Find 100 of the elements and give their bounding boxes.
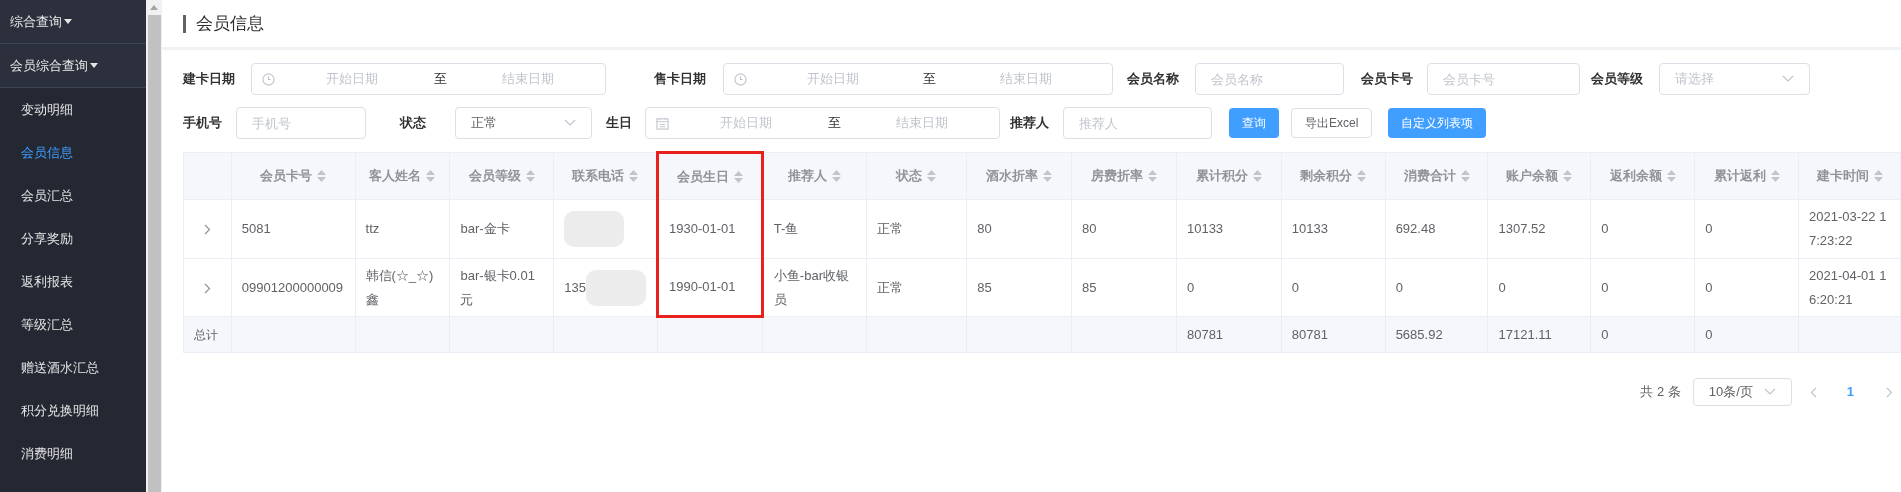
sidebar-group[interactable]: 会员综合查询 [0, 44, 146, 88]
table-cell: 5081 [241, 221, 271, 236]
sort-icon [832, 170, 842, 182]
sidebar-item[interactable]: 分享奖励 [0, 217, 146, 260]
next-page-icon[interactable] [1886, 386, 1893, 398]
text-field[interactable]: 推荐人 [1063, 107, 1212, 139]
table-cell: 1930-01-01 [669, 221, 736, 236]
sidebar-item[interactable]: 等级汇总 [0, 303, 146, 346]
sort-icon [525, 170, 535, 182]
action-button[interactable]: 自定义列表项 [1388, 108, 1487, 138]
chevron-down-icon [564, 119, 576, 127]
scrollbar-thumb[interactable] [147, 15, 161, 492]
clock-icon [734, 72, 747, 86]
column-header[interactable]: 酒水折率 [966, 152, 1072, 200]
table-cell: 0 [1705, 279, 1713, 295]
table-cell: 692.48 [1395, 221, 1436, 236]
end-date-placeholder: 结束日期 [500, 70, 555, 89]
table-cell: 0 [1601, 279, 1609, 295]
sidebar-item[interactable]: 会员汇总 [0, 174, 146, 217]
filter-label: 会员名称 [1127, 70, 1180, 89]
sort-icon [1770, 170, 1780, 182]
sort-icon [1148, 170, 1157, 182]
text-field[interactable]: 会员卡号 [1427, 63, 1580, 95]
sidebar-group[interactable]: 综合查询 [0, 0, 146, 44]
table-cell: 0 [1395, 279, 1403, 295]
column-header[interactable]: 联系电话 [553, 152, 658, 200]
select-placeholder: 请选择 [1675, 70, 1714, 89]
sort-icon [1252, 170, 1262, 182]
sort-icon [1563, 170, 1573, 182]
table-cell: 85 [1082, 279, 1097, 295]
table-cell: 85 [977, 279, 992, 295]
date-range-field[interactable]: 开始日期 至 结束日期 [645, 107, 1000, 139]
sort-icon [426, 170, 436, 182]
column-header[interactable]: 建卡时间 [1798, 152, 1901, 200]
sidebar-group-label: 会员综合查询 [10, 56, 88, 75]
filter-label: 推荐人 [1010, 114, 1050, 133]
expand-chevron-icon[interactable] [203, 224, 211, 236]
column-header[interactable]: 推荐人 [762, 152, 867, 200]
caret-icon [64, 19, 72, 24]
table-cell: 2021-04-01 16:20:21 [1809, 267, 1887, 307]
calendar-icon [656, 116, 669, 130]
column-header[interactable]: 客人姓名 [355, 152, 450, 200]
sort-icon [1666, 170, 1676, 182]
table-cell: 1990-01-01 [669, 279, 736, 294]
table-cell: bar-银卡0.01元 [460, 267, 535, 307]
filter-label: 手机号 [183, 114, 223, 133]
column-header[interactable]: 会员卡号 [231, 152, 356, 200]
filter-label: 建卡日期 [183, 70, 236, 89]
text-field[interactable]: 手机号 [236, 107, 366, 139]
column-header[interactable]: 累计返利 [1694, 152, 1799, 200]
table-cell: 正常 [876, 279, 903, 295]
sidebar-item[interactable]: 赠送酒水汇总 [0, 346, 146, 389]
table-cell-text: 135 [564, 278, 586, 297]
start-date-placeholder: 开始日期 [719, 114, 774, 133]
scrollbar[interactable] [146, 0, 162, 492]
table-cell: 韩信(☆_☆)鑫 [365, 267, 434, 307]
caret-icon [90, 63, 98, 68]
table-cell: 正常 [876, 221, 903, 236]
filter-label: 会员卡号 [1361, 70, 1414, 89]
column-header[interactable]: 账户余额 [1488, 152, 1591, 200]
page-size-select[interactable]: 10条/页 [1692, 378, 1792, 406]
scroll-up-arrow-icon[interactable] [150, 5, 158, 10]
action-button[interactable]: 查询 [1229, 108, 1279, 138]
sidebar-item[interactable]: 返利报表 [0, 260, 146, 303]
select-field[interactable]: 正常 [455, 107, 592, 139]
column-header[interactable]: 房费折率 [1071, 152, 1177, 200]
table-cell: 小鱼-bar收银员 [773, 267, 849, 307]
text-field[interactable]: 会员名称 [1195, 63, 1344, 95]
table-cell: 10133 [1186, 221, 1224, 236]
column-header[interactable]: 累计积分 [1176, 152, 1282, 200]
select-field[interactable]: 请选择 [1659, 63, 1810, 95]
column-header[interactable]: 会员生日 [657, 152, 763, 200]
expand-chevron-icon[interactable] [203, 282, 211, 294]
table-cell: 1307.52 [1498, 221, 1546, 236]
sort-icon [927, 170, 937, 182]
date-range-field[interactable]: 开始日期 至 结束日期 [251, 63, 606, 95]
sort-icon [733, 170, 743, 183]
table-cell: 0 [1705, 221, 1713, 236]
sidebar-item[interactable]: 消费明细 [0, 432, 146, 475]
sidebar-item[interactable]: 会员信息 [0, 131, 146, 174]
table-cell: ttz [365, 221, 380, 236]
previous-page-icon[interactable] [1809, 386, 1817, 398]
filter-label: 生日 [606, 114, 633, 133]
sort-icon [1357, 170, 1367, 182]
end-date-placeholder: 结束日期 [999, 70, 1053, 89]
sort-icon [317, 170, 327, 182]
column-header[interactable]: 消费合计 [1385, 152, 1488, 200]
column-header[interactable]: 返利余额 [1590, 152, 1695, 200]
total-label: 总计 [194, 327, 218, 342]
action-button[interactable]: 导出Excel [1291, 108, 1373, 138]
sidebar-item[interactable]: 积分兑换明细 [0, 389, 146, 432]
date-range-field[interactable]: 开始日期 至 结束日期 [723, 63, 1113, 95]
sidebar-item[interactable]: 变动明细 [0, 88, 146, 131]
column-header[interactable]: 状态 [866, 152, 967, 200]
title-accent-bar [183, 14, 186, 33]
filter-label: 会员等级 [1591, 70, 1644, 89]
chevron-down-icon [1782, 75, 1794, 83]
column-header[interactable]: 会员等级 [449, 152, 554, 200]
column-header[interactable]: 剩余积分 [1281, 152, 1386, 200]
page-number[interactable]: 1 [1846, 382, 1854, 402]
